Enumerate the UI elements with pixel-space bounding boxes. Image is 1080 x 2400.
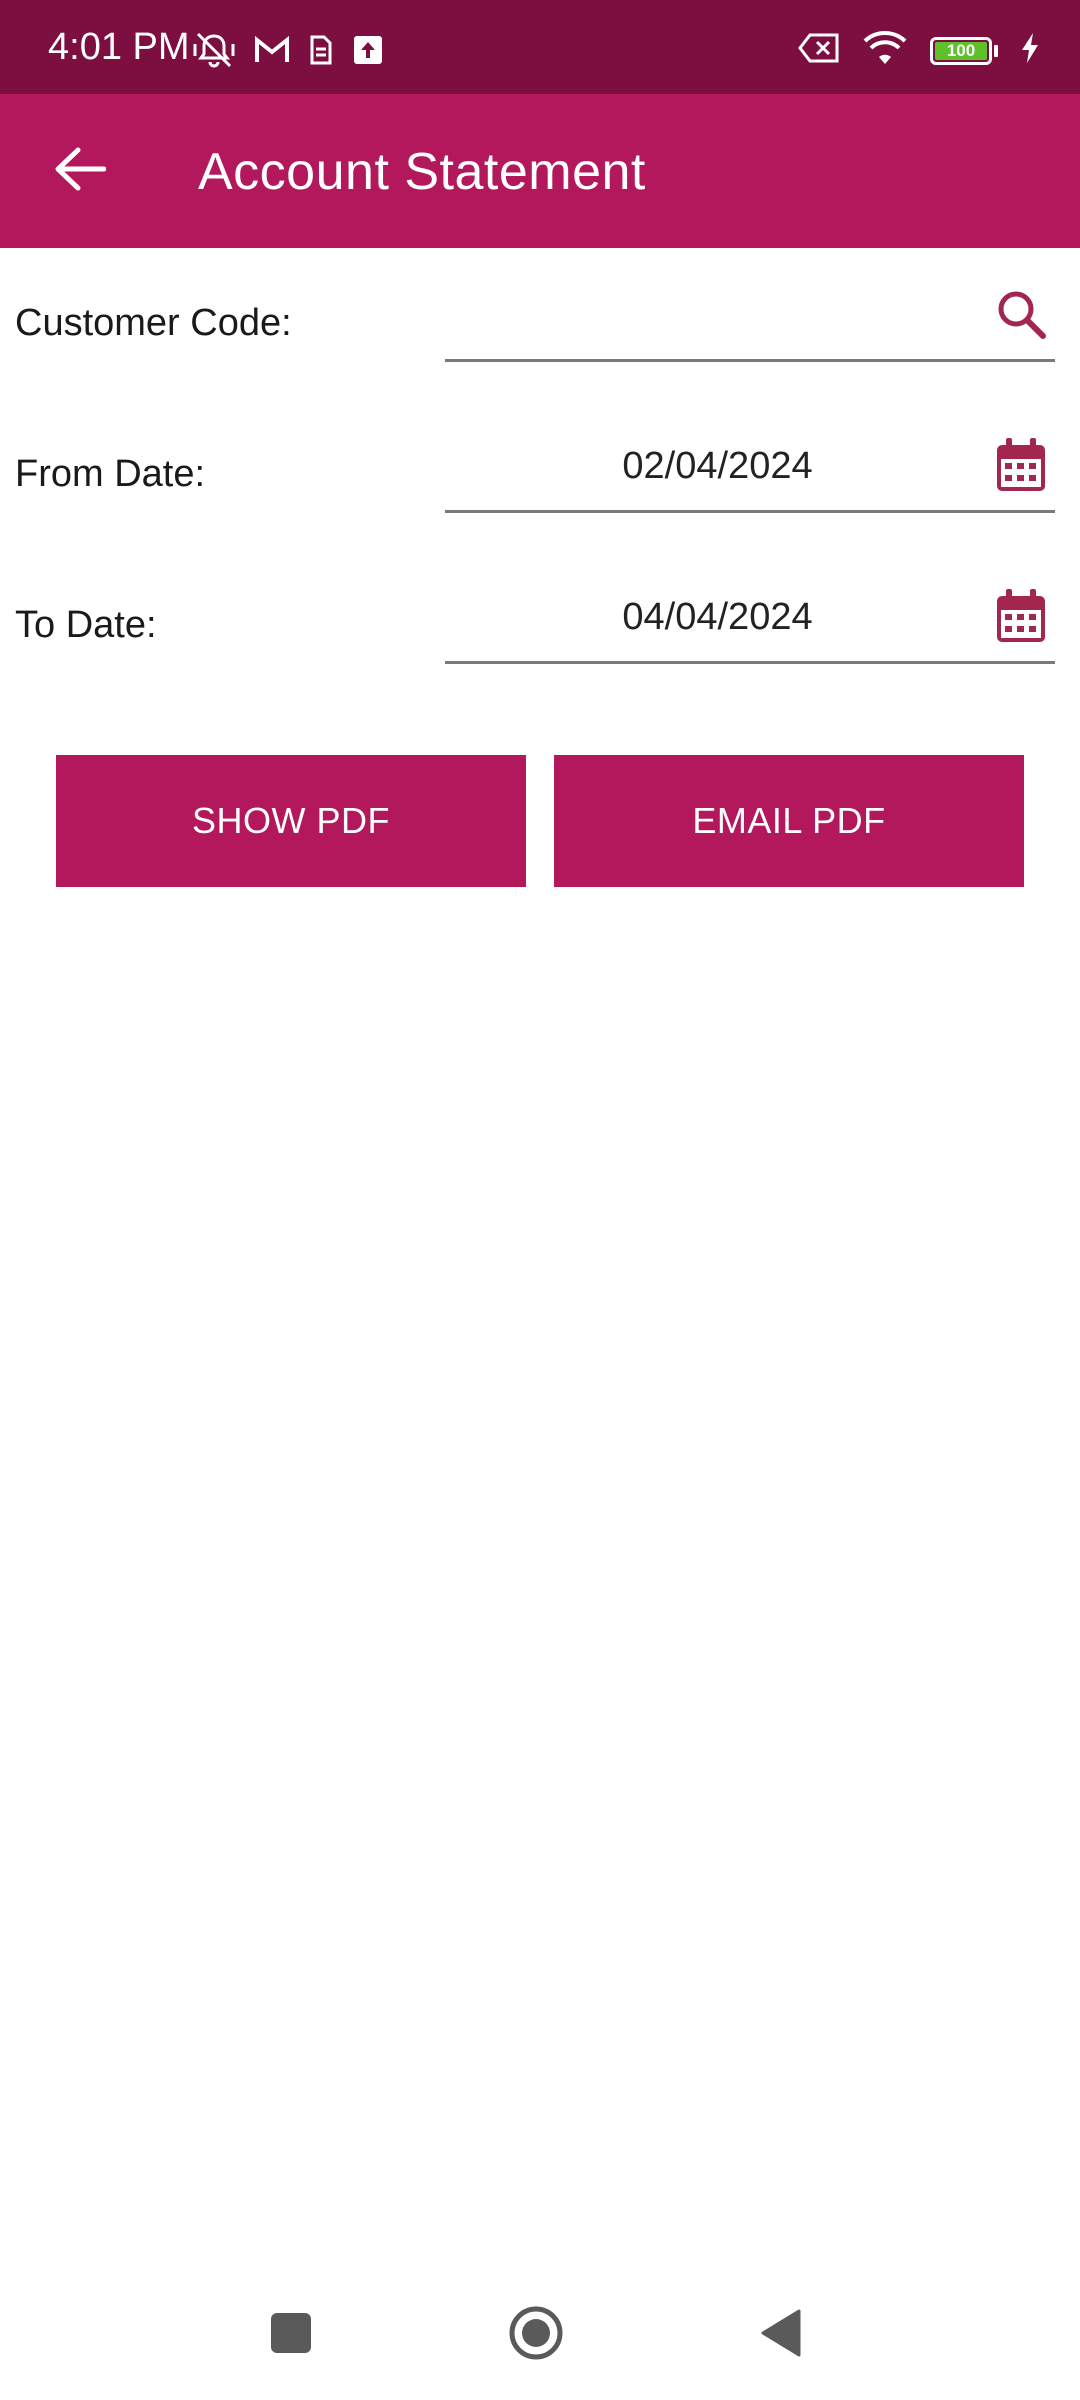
- system-nav-bar: [0, 2270, 1080, 2400]
- from-date-value: 02/04/2024: [622, 445, 813, 487]
- upload-icon: [352, 34, 384, 71]
- customer-code-input[interactable]: [445, 290, 985, 350]
- back-button[interactable]: [40, 131, 120, 211]
- search-icon: [995, 288, 1047, 345]
- customer-code-field: [445, 284, 1055, 362]
- back-arrow-icon: [54, 146, 107, 197]
- wifi-icon: [862, 30, 908, 71]
- status-time: 4:01 PM: [48, 26, 190, 68]
- recents-icon: [270, 2312, 312, 2359]
- home-icon: [508, 2305, 564, 2366]
- app-bar: Account Statement: [0, 94, 1080, 248]
- email-pdf-button[interactable]: EMAIL PDF: [554, 755, 1024, 887]
- charging-icon: [1020, 32, 1040, 69]
- show-pdf-button[interactable]: SHOW PDF: [56, 755, 526, 887]
- from-date-picker-button[interactable]: [991, 435, 1051, 499]
- to-date-value: 04/04/2024: [622, 596, 813, 638]
- to-date-field[interactable]: 04/04/2024: [445, 586, 1055, 664]
- battery-icon: 100: [930, 36, 998, 65]
- home-button[interactable]: [501, 2300, 571, 2370]
- back-icon: [759, 2309, 803, 2362]
- customer-code-label: Customer Code:: [15, 302, 292, 344]
- from-date-label: From Date:: [15, 453, 206, 495]
- to-date-picker-button[interactable]: [991, 586, 1051, 650]
- customer-search-button[interactable]: [991, 284, 1051, 348]
- nav-back-button[interactable]: [746, 2300, 816, 2370]
- from-date-field[interactable]: 02/04/2024: [445, 435, 1055, 513]
- battery-level: 100: [935, 41, 987, 60]
- sim-icon: [308, 33, 334, 72]
- to-date-label: To Date:: [15, 604, 157, 646]
- page-title: Account Statement: [198, 143, 646, 201]
- no-data-icon: [798, 32, 840, 69]
- vibrate-silent-icon: [192, 30, 236, 75]
- recents-button[interactable]: [256, 2300, 326, 2370]
- calendar-icon: [995, 588, 1047, 649]
- gmail-icon: [254, 35, 290, 70]
- calendar-icon: [995, 437, 1047, 498]
- status-bar: 4:01 PM 100: [0, 0, 1080, 94]
